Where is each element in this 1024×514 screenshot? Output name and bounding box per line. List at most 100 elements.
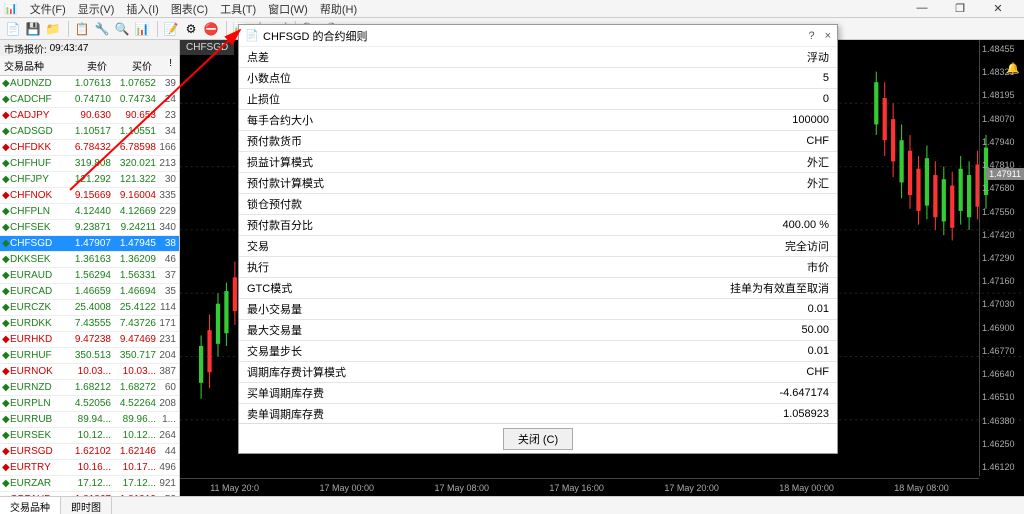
direction-icon: ◆ — [2, 190, 10, 201]
spread-cell: 496 — [156, 462, 176, 473]
market-row[interactable]: ◆ CHFHUF 319.808 320.021 213 — [0, 156, 179, 172]
market-rows[interactable]: ◆ AUDNZD 1.07613 1.07652 39◆ CADCHF 0.74… — [0, 76, 179, 496]
spec-row: 每手合约大小100000 — [239, 110, 837, 131]
direction-icon: ◆ — [2, 206, 10, 217]
market-row[interactable]: ◆ CADCHF 0.74710 0.74734 24 — [0, 92, 179, 108]
strategy-tester-icon[interactable]: 🔍 — [113, 20, 131, 38]
market-row[interactable]: ◆ EURCAD 1.46659 1.46694 35 — [0, 284, 179, 300]
ask-cell: 1.56331 — [111, 270, 156, 281]
ask-cell: 7.43726 — [111, 318, 156, 329]
col-spread[interactable]: ! — [156, 56, 176, 75]
profile-icon[interactable]: 📁 — [44, 20, 62, 38]
bid-cell: 10.12... — [66, 430, 111, 441]
ask-cell: 10.03... — [111, 366, 156, 377]
market-row[interactable]: ◆ EURAUD 1.56294 1.56331 37 — [0, 268, 179, 284]
market-row[interactable]: ◆ EURNZD 1.68212 1.68272 60 — [0, 380, 179, 396]
symbol-cell: EURHUF — [10, 350, 66, 361]
spec-row: 止损位0 — [239, 89, 837, 110]
market-row[interactable]: ◆ CHFPLN 4.12440 4.12669 229 — [0, 204, 179, 220]
y-tick: 1.47030 — [982, 299, 1022, 309]
spec-value: 100000 — [538, 110, 837, 131]
market-row[interactable]: ◆ DKKSEK 1.36163 1.36209 46 — [0, 252, 179, 268]
market-row[interactable]: ◆ EURDKK 7.43555 7.43726 171 — [0, 316, 179, 332]
market-row[interactable]: ◆ CHFSGD 1.47907 1.47945 38 — [0, 236, 179, 252]
menu-help[interactable]: 帮助(H) — [320, 1, 357, 17]
market-title-label: 市场报价: — [4, 41, 47, 56]
ask-cell: 350.717 — [111, 350, 156, 361]
navigator-icon[interactable]: 🔧 — [93, 20, 111, 38]
menu-tools[interactable]: 工具(T) — [220, 1, 256, 17]
market-row[interactable]: ◆ CHFDKK 6.78432 6.78598 166 — [0, 140, 179, 156]
y-tick: 1.47160 — [982, 276, 1022, 286]
market-row[interactable]: ◆ CADJPY 90.630 90.653 23 — [0, 108, 179, 124]
market-row[interactable]: ◆ EURHUF 350.513 350.717 204 — [0, 348, 179, 364]
spec-row: 最大交易量50.00 — [239, 320, 837, 341]
alarm-icon[interactable]: 🔔 — [1006, 62, 1020, 76]
close-button[interactable]: 关闭 (C) — [503, 428, 573, 450]
col-ask[interactable]: 买价 — [111, 56, 156, 75]
direction-icon: ◆ — [2, 414, 10, 425]
market-row[interactable]: ◆ EURHKD 9.47238 9.47469 231 — [0, 332, 179, 348]
dialog-help-icon[interactable]: ? — [808, 30, 814, 42]
col-bid[interactable]: 卖价 — [66, 56, 111, 75]
metaeditor-icon[interactable]: ⚙ — [182, 20, 200, 38]
direction-icon: ◆ — [2, 270, 10, 281]
spec-row: 卖单调期库存费1.058923 — [239, 404, 837, 424]
spread-cell: 921 — [156, 478, 176, 489]
ask-cell: 1.10551 — [111, 126, 156, 137]
bid-cell: 10.03... — [66, 366, 111, 377]
window-restore-icon[interactable]: ❐ — [950, 2, 970, 15]
save-icon[interactable]: 💾 — [24, 20, 42, 38]
dialog-body[interactable]: 点差浮动小数点位5止损位0每手合约大小100000预付款货币CHF损益计算模式外… — [239, 47, 837, 423]
symbol-cell: EURAUD — [10, 270, 66, 281]
x-tick: 18 May 08:00 — [894, 483, 949, 493]
symbol-cell: CHFSEK — [10, 222, 66, 233]
bid-cell: 4.52056 — [66, 398, 111, 409]
menu-chart[interactable]: 图表(C) — [171, 1, 208, 17]
bid-cell: 9.15669 — [66, 190, 111, 201]
window-close-icon[interactable]: ✕ — [988, 2, 1008, 15]
menu-file[interactable]: 文件(F) — [30, 1, 66, 17]
dialog-titlebar[interactable]: 📄 CHFSGD 的合约细则 ? × — [239, 25, 837, 47]
menu-view[interactable]: 显示(V) — [78, 1, 115, 17]
symbol-cell: CHFHUF — [10, 158, 66, 169]
market-row[interactable]: ◆ EURRUB 89.94... 89.96... 1... — [0, 412, 179, 428]
ask-cell: 9.24211 — [111, 222, 156, 233]
market-row[interactable]: ◆ EURCZK 25.4008 25.4122 114 — [0, 300, 179, 316]
spec-row: 预付款计算模式外汇 — [239, 173, 837, 194]
bid-cell: 17.12... — [66, 478, 111, 489]
bid-cell: 6.78432 — [66, 142, 111, 153]
market-row[interactable]: ◆ CHFNOK 9.15669 9.16004 335 — [0, 188, 179, 204]
market-row[interactable]: ◆ EURSEK 10.12... 10.12... 264 — [0, 428, 179, 444]
contract-spec-dialog: 📄 CHFSGD 的合约细则 ? × 点差浮动小数点位5止损位0每手合约大小10… — [238, 24, 838, 454]
y-tick: 1.46770 — [982, 346, 1022, 356]
dialog-close-icon[interactable]: × — [825, 30, 831, 42]
spec-row: 买单调期库存费-4.647174 — [239, 383, 837, 404]
market-row[interactable]: ◆ EURTRY 10.16... 10.17... 496 — [0, 460, 179, 476]
menu-insert[interactable]: 插入(I) — [126, 1, 158, 17]
market-row[interactable]: ◆ GBPAUD 1.81867 1.81919 52 — [0, 492, 179, 496]
col-symbol[interactable]: 交易品种 — [0, 56, 66, 75]
market-row[interactable]: ◆ CADSGD 1.10517 1.10551 34 — [0, 124, 179, 140]
tab-tick-chart[interactable]: 即时图 — [61, 497, 112, 514]
spread-cell: 60 — [156, 382, 176, 393]
market-row[interactable]: ◆ AUDNZD 1.07613 1.07652 39 — [0, 76, 179, 92]
market-row[interactable]: ◆ CHFJPY 121.292 121.322 30 — [0, 172, 179, 188]
market-row[interactable]: ◆ EURZAR 17.12... 17.12... 921 — [0, 476, 179, 492]
spec-key: 点差 — [239, 47, 538, 68]
market-row[interactable]: ◆ EURPLN 4.52056 4.52264 208 — [0, 396, 179, 412]
market-row[interactable]: ◆ EURNOK 10.03... 10.03... 387 — [0, 364, 179, 380]
new-order-icon[interactable]: 📝 — [162, 20, 180, 38]
market-row[interactable]: ◆ EURSGD 1.62102 1.62146 44 — [0, 444, 179, 460]
menu-window[interactable]: 窗口(W) — [268, 1, 308, 17]
market-row[interactable]: ◆ CHFSEK 9.23871 9.24211 340 — [0, 220, 179, 236]
data-window-icon[interactable]: 📊 — [133, 20, 151, 38]
tab-symbols[interactable]: 交易品种 — [0, 497, 61, 514]
market-watch-icon[interactable]: 📋 — [73, 20, 91, 38]
direction-icon: ◆ — [2, 174, 10, 185]
spread-cell: 387 — [156, 366, 176, 377]
window-min-icon[interactable]: — — [912, 2, 932, 15]
autotrading-icon[interactable]: ⛔ — [202, 20, 220, 38]
symbol-cell: CHFPLN — [10, 206, 66, 217]
new-chart-icon[interactable]: 📄 — [4, 20, 22, 38]
